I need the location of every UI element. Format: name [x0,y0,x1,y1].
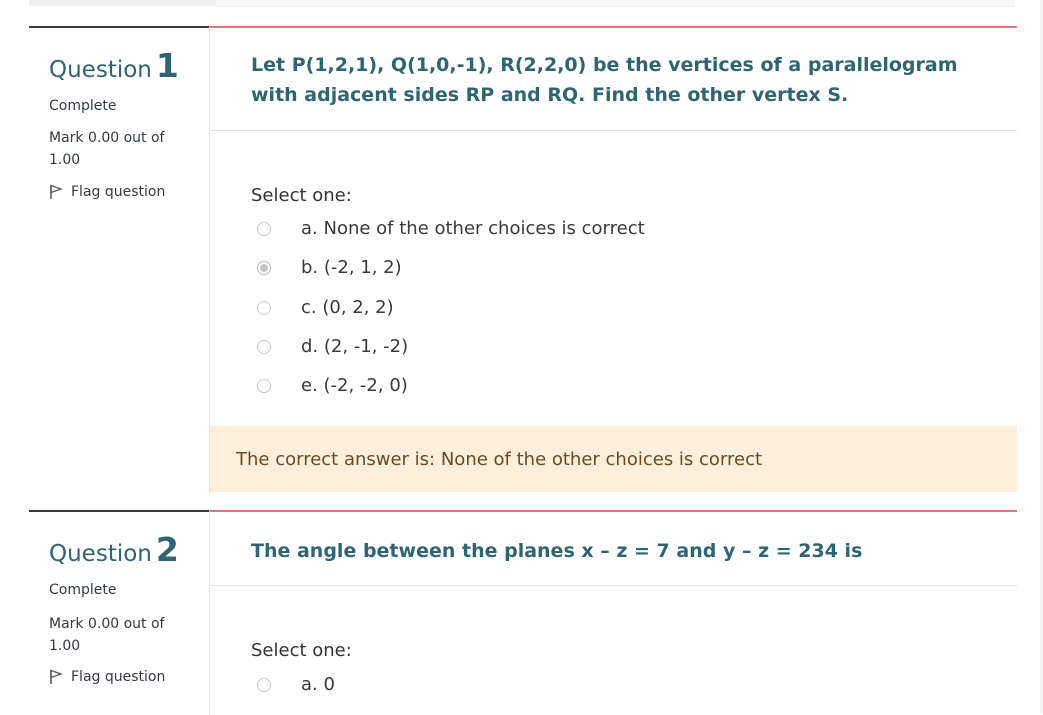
flag-question-label: Flag question [71,184,166,200]
question-number: 1 [155,46,179,85]
previous-question-bottom [29,0,1015,7]
answer-option-label[interactable]: b. (-2, 1, 2) [301,257,402,278]
question-separator [210,585,1017,586]
feedback-box: The correct answer is: None of the other… [210,426,1017,492]
question-grade: Mark 0.00 out of 1.00 [49,130,165,168]
question-info: Question 2 Complete Mark 0.00 out of 1.00… [29,510,209,715]
question-label: Question [49,57,152,83]
answer-option-label[interactable]: a. None of the other choices is correct [301,218,645,239]
question-content: The angle between the planes x – z = 7 a… [209,510,1017,715]
radio-button-selected[interactable] [257,260,271,275]
radio-button[interactable] [257,378,271,393]
radio-button[interactable] [257,339,271,354]
answer-option-label[interactable]: e. (-2, -2, 0) [301,375,408,396]
radio-button[interactable] [257,677,271,692]
question-content: Let P(1,2,1), Q(1,0,-1), R(2,2,0) be the… [209,26,1017,493]
question-info: Question 1 Complete Mark 0.00 out of 1.00… [29,26,209,493]
answer-option-c[interactable]: c. (0, 2, 2) [257,297,394,318]
flag-icon [49,669,67,685]
answer-option-a[interactable]: a. None of the other choices is correct [257,218,645,239]
answer-option-label[interactable]: d. (2, -1, -2) [301,336,408,357]
flag-icon [49,184,67,200]
answer-option-label[interactable]: c. (0, 2, 2) [301,297,394,318]
answer-option-a[interactable]: a. 0 [257,674,335,695]
question-separator [210,130,1017,131]
question-state: Complete [49,582,117,598]
select-one-prompt: Select one: [251,640,352,661]
answer-option-label[interactable]: a. 0 [301,674,335,695]
question-2: Question 2 Complete Mark 0.00 out of 1.00… [29,510,1017,715]
radio-button[interactable] [257,221,271,236]
question-label: Question [49,541,152,567]
flag-question-link[interactable]: Flag question [49,184,165,200]
question-grade: Mark 0.00 out of 1.00 [49,616,165,654]
select-one-prompt: Select one: [251,185,352,206]
flag-question-label: Flag question [71,669,166,685]
question-title: Question 2 [49,530,179,569]
question-title: Question 1 [49,46,179,85]
flag-question-link[interactable]: Flag question [49,669,165,685]
question-text: Let P(1,2,1), Q(1,0,-1), R(2,2,0) be the… [251,54,958,106]
question-number: 2 [155,530,179,569]
previous-content-strip [216,0,1015,7]
answer-option-b[interactable]: b. (-2, 1, 2) [257,257,402,278]
radio-button[interactable] [257,300,271,315]
answer-option-d[interactable]: d. (2, -1, -2) [257,336,408,357]
previous-info-strip [29,0,216,6]
answer-option-e[interactable]: e. (-2, -2, 0) [257,375,408,396]
question-1: Question 1 Complete Mark 0.00 out of 1.00… [29,26,1017,493]
question-state: Complete [49,98,117,114]
correct-answer-text: The correct answer is: None of the other… [236,448,763,470]
question-text: The angle between the planes x – z = 7 a… [251,540,863,562]
